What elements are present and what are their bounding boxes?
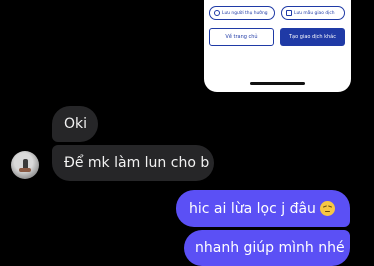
user-icon [214,10,220,16]
disappointed-face-icon [319,201,335,216]
document-icon [286,10,292,16]
save-template-label: Lưu mẫu giao dịch [294,10,335,16]
back-home-button: Về trang chủ [209,28,274,46]
home-indicator [250,82,305,85]
new-transaction-button: Tạo giao dịch khác [280,28,345,46]
message-text: Oki [64,116,88,132]
message-text: Để mk làm lun cho b [64,155,210,171]
message-text: hic ai lừa lọc j đâu [189,200,316,217]
message-bubble-incoming[interactable]: Để mk làm lun cho b [52,145,214,181]
shared-screenshot-image[interactable]: Lưu người thụ hưởng Lưu mẫu giao dịch Về… [204,0,351,92]
message-bubble-incoming[interactable]: Oki [52,106,98,142]
save-recipient-label: Lưu người thụ hưởng [222,10,268,16]
message-bubble-outgoing[interactable]: hic ai lừa lọc j đâu [176,190,350,227]
message-bubble-outgoing[interactable]: nhanh giúp mình nhé [184,230,350,266]
avatar-object [19,168,31,172]
save-template-button: Lưu mẫu giao dịch [281,6,345,20]
save-recipient-button: Lưu người thụ hưởng [209,6,275,20]
message-text: nhanh giúp mình nhé [195,240,345,256]
avatar[interactable] [11,151,39,179]
